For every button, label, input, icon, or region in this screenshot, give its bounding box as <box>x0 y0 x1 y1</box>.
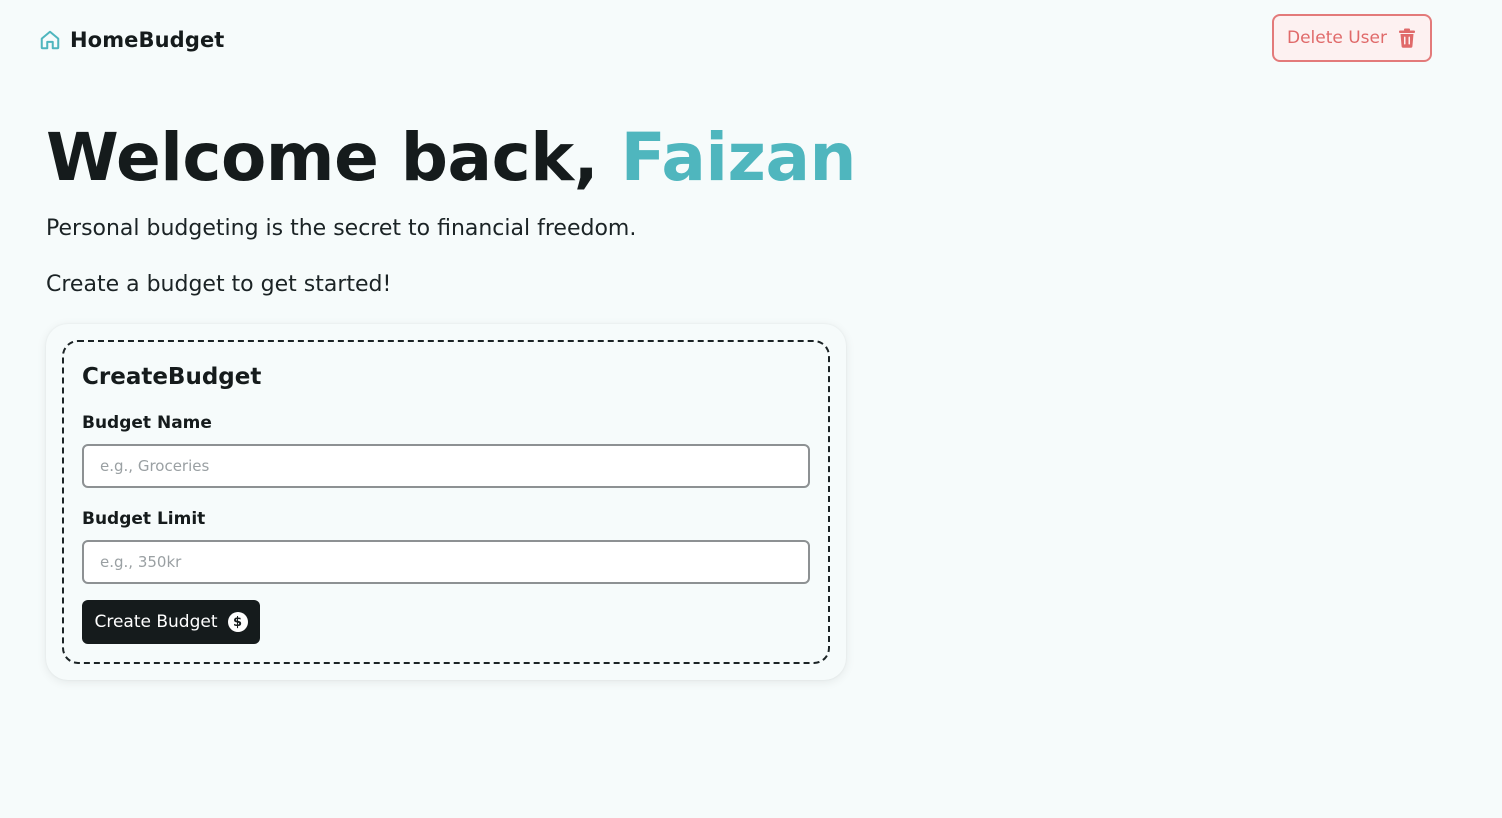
get-started-prompt: Create a budget to get started! <box>46 272 392 297</box>
create-budget-card: CreateBudget Budget Name Budget Limit Cr… <box>46 324 846 680</box>
brand-name: HomeBudget <box>70 28 225 52</box>
create-budget-form: CreateBudget Budget Name Budget Limit Cr… <box>62 340 830 664</box>
welcome-heading: Welcome back, Faizan <box>46 118 857 198</box>
create-budget-button[interactable]: Create Budget $ <box>82 600 260 644</box>
delete-user-label: Delete User <box>1286 28 1387 48</box>
delete-user-button[interactable]: Delete User <box>1272 14 1432 62</box>
dollar-coin-icon: $ <box>227 612 248 632</box>
home-link[interactable]: HomeBudget <box>38 24 224 56</box>
trash-icon <box>1397 28 1417 48</box>
home-icon <box>38 28 62 52</box>
budget-name-label: Budget Name <box>82 413 212 433</box>
create-budget-label: Create Budget <box>94 612 218 632</box>
tagline: Personal budgeting is the secret to fina… <box>46 216 637 241</box>
budget-limit-input[interactable] <box>82 540 810 584</box>
budget-name-input[interactable] <box>82 444 810 488</box>
welcome-greeting: Welcome back, <box>46 119 621 196</box>
budget-limit-label: Budget Limit <box>82 509 206 529</box>
form-title: CreateBudget <box>82 364 262 390</box>
user-name: Faizan <box>620 119 857 196</box>
top-nav: HomeBudget Delete User <box>0 0 1502 80</box>
